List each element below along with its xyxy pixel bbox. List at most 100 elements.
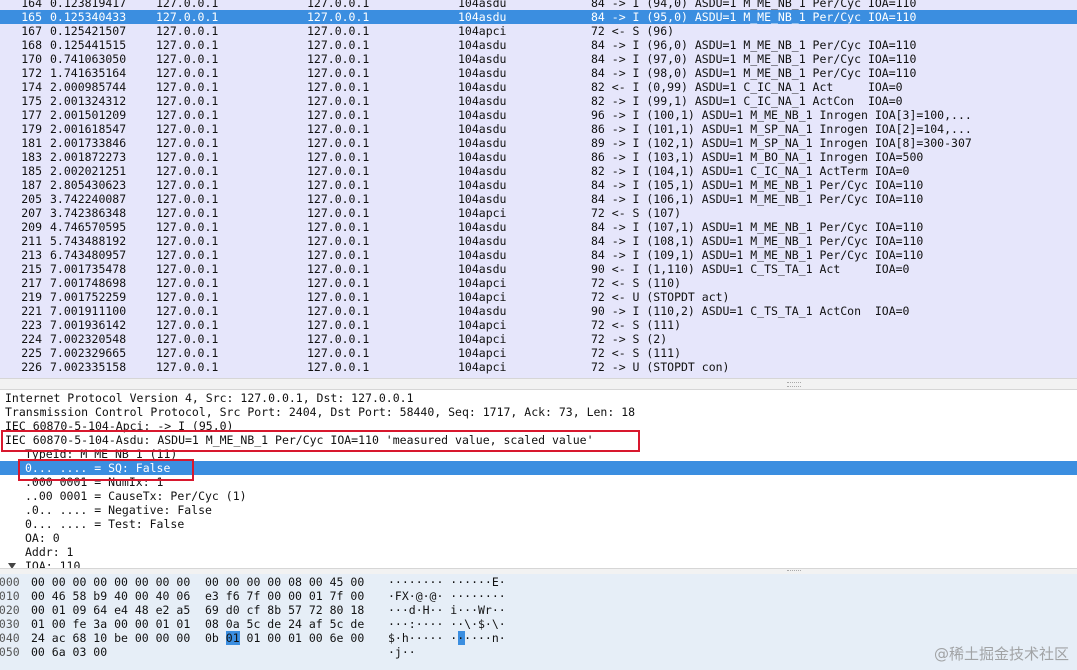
packet-time: 2.001501209 bbox=[50, 108, 127, 122]
hex-row[interactable]: 0050 00 6a 03 00 ·j·· bbox=[0, 645, 1077, 659]
packet-row[interactable]: 170 0.741063050 127.0.0.1 127.0.0.1 104asdu 8… bbox=[0, 52, 1077, 66]
packet-list[interactable]: 164 0.123819417 127.0.0.1 127.0.0.1 104asdu 8… bbox=[0, 0, 1077, 378]
packet-row[interactable]: 187 2.805430623 127.0.0.1 127.0.0.1 104asdu 8… bbox=[0, 178, 1077, 192]
packet-time: 7.002329665 bbox=[50, 346, 127, 360]
packet-destination: 127.0.0.1 bbox=[307, 248, 370, 262]
packet-row[interactable]: 183 2.001872273 127.0.0.1 127.0.0.1 104asdu 8… bbox=[0, 150, 1077, 164]
packet-time: 0.123819417 bbox=[50, 0, 127, 10]
packet-row[interactable]: 207 3.742386348 127.0.0.1 127.0.0.1 104apci 7… bbox=[0, 206, 1077, 220]
packet-time: 7.001911100 bbox=[50, 304, 127, 318]
packet-number: 223 bbox=[21, 318, 42, 332]
packet-destination: 127.0.0.1 bbox=[307, 332, 370, 346]
detail-tree-item[interactable]: ..00 0001 = CauseTx: Per/Cyc (1) bbox=[0, 489, 1077, 503]
packet-row[interactable]: 211 5.743488192 127.0.0.1 127.0.0.1 104asdu 8… bbox=[0, 234, 1077, 248]
detail-tree-item[interactable]: IEC 60870-5-104-Asdu: ASDU=1 M_ME_NB_1 P… bbox=[0, 433, 1077, 447]
packet-row[interactable]: 224 7.002320548 127.0.0.1 127.0.0.1 104apci 7… bbox=[0, 332, 1077, 346]
detail-tree-item[interactable]: 0... .... = Test: False bbox=[0, 517, 1077, 531]
packet-number: 217 bbox=[21, 276, 42, 290]
packet-row[interactable]: 168 0.125441515 127.0.0.1 127.0.0.1 104asdu 8… bbox=[0, 38, 1077, 52]
detail-tree-label: IEC 60870-5-104-Asdu: ASDU=1 M_ME_NB_1 P… bbox=[5, 433, 594, 447]
packet-time: 2.002021251 bbox=[50, 164, 127, 178]
packet-number: 226 bbox=[21, 360, 42, 374]
hex-offset: 0010 bbox=[0, 589, 20, 603]
packet-number: 175 bbox=[21, 94, 42, 108]
packet-row[interactable]: 185 2.002021251 127.0.0.1 127.0.0.1 104asdu 8… bbox=[0, 164, 1077, 178]
detail-tree-item[interactable]: Addr: 1 bbox=[0, 545, 1077, 559]
packet-destination: 127.0.0.1 bbox=[307, 52, 370, 66]
packet-time: 7.002320548 bbox=[50, 332, 127, 346]
packet-row[interactable]: 174 2.000985744 127.0.0.1 127.0.0.1 104asdu 8… bbox=[0, 80, 1077, 94]
packet-row[interactable]: 172 1.741635164 127.0.0.1 127.0.0.1 104asdu 8… bbox=[0, 66, 1077, 80]
hex-row[interactable]: 0000 00 00 00 00 00 00 00 00 00 00 00 00 0… bbox=[0, 575, 1077, 589]
hex-row[interactable]: 0030 01 00 fe 3a 00 00 01 01 08 0a 5c de 2… bbox=[0, 617, 1077, 631]
packet-row[interactable]: 217 7.001748698 127.0.0.1 127.0.0.1 104apci 7… bbox=[0, 276, 1077, 290]
packet-time: 2.000985744 bbox=[50, 80, 127, 94]
packet-details-pane[interactable]: Internet Protocol Version 4, Src: 127.0.… bbox=[0, 391, 1077, 570]
hex-bytes-left: 00 01 09 64 e4 48 e2 a5 bbox=[31, 603, 191, 617]
hex-row[interactable]: 0020 00 01 09 64 e4 48 e2 a5 69 d0 cf 8b 5… bbox=[0, 603, 1077, 617]
packet-number: 213 bbox=[21, 248, 42, 262]
packet-time: 2.001872273 bbox=[50, 150, 127, 164]
packet-row[interactable]: 205 3.742240087 127.0.0.1 127.0.0.1 104asdu 8… bbox=[0, 192, 1077, 206]
packet-info: 86 -> I (101,1) ASDU=1 M_SP_NA_1 Inrogen… bbox=[591, 122, 972, 136]
packet-info: 89 -> I (102,1) ASDU=1 M_SP_NA_1 Inrogen… bbox=[591, 136, 972, 150]
packet-source: 127.0.0.1 bbox=[156, 178, 219, 192]
packet-protocol: 104asdu bbox=[458, 38, 507, 52]
packet-row[interactable]: 226 7.002335158 127.0.0.1 127.0.0.1 104apci 7… bbox=[0, 360, 1077, 374]
packet-row[interactable]: 223 7.001936142 127.0.0.1 127.0.0.1 104apci 7… bbox=[0, 318, 1077, 332]
detail-tree-item[interactable]: Transmission Control Protocol, Src Port:… bbox=[0, 405, 1077, 419]
detail-tree-item[interactable]: OA: 0 bbox=[0, 531, 1077, 545]
packet-row[interactable]: 221 7.001911100 127.0.0.1 127.0.0.1 104asdu 9… bbox=[0, 304, 1077, 318]
pane-splitter-top[interactable] bbox=[0, 378, 1077, 390]
packet-row[interactable]: 175 2.001324312 127.0.0.1 127.0.0.1 104asdu 8… bbox=[0, 94, 1077, 108]
packet-number: 177 bbox=[21, 108, 42, 122]
detail-tree-item[interactable]: Internet Protocol Version 4, Src: 127.0.… bbox=[0, 391, 1077, 405]
detail-tree-label: Addr: 1 bbox=[25, 545, 74, 559]
packet-row[interactable]: 213 6.743480957 127.0.0.1 127.0.0.1 104asdu 8… bbox=[0, 248, 1077, 262]
packet-protocol: 104asdu bbox=[458, 52, 507, 66]
hex-row[interactable]: 0040 24 ac 68 10 be 00 00 00 0b 01 01 00 0… bbox=[0, 631, 1077, 645]
packet-row[interactable]: 219 7.001752259 127.0.0.1 127.0.0.1 104apci 7… bbox=[0, 290, 1077, 304]
hex-row[interactable]: 0010 00 46 58 b9 40 00 40 06 e3 f6 7f 00 0… bbox=[0, 589, 1077, 603]
packet-row[interactable]: 167 0.125421507 127.0.0.1 127.0.0.1 104apci 7… bbox=[0, 24, 1077, 38]
packet-source: 127.0.0.1 bbox=[156, 346, 219, 360]
detail-tree-item[interactable]: .000 0001 = NumIx: 1 bbox=[0, 475, 1077, 489]
packet-info: 84 -> I (105,1) ASDU=1 M_ME_NB_1 Per/Cyc… bbox=[591, 178, 924, 192]
packet-row[interactable]: 225 7.002329665 127.0.0.1 127.0.0.1 104apci 7… bbox=[0, 346, 1077, 360]
packet-info: 90 -> I (110,2) ASDU=1 C_TS_TA_1 ActCon … bbox=[591, 304, 910, 318]
packet-info: 84 -> I (106,1) ASDU=1 M_ME_NB_1 Per/Cyc… bbox=[591, 192, 924, 206]
packet-row[interactable]: 164 0.123819417 127.0.0.1 127.0.0.1 104asdu 8… bbox=[0, 0, 1077, 10]
packet-row[interactable]: 165 0.125340433 127.0.0.1 127.0.0.1 104asdu 8… bbox=[0, 10, 1077, 24]
packet-row[interactable]: 181 2.001733846 127.0.0.1 127.0.0.1 104asdu 8… bbox=[0, 136, 1077, 150]
packet-row[interactable]: 179 2.001618547 127.0.0.1 127.0.0.1 104asdu 8… bbox=[0, 122, 1077, 136]
hex-bytes-left: 00 6a 03 00 bbox=[31, 645, 108, 659]
packet-number: 185 bbox=[21, 164, 42, 178]
packet-bytes-pane[interactable]: 0000 00 00 00 00 00 00 00 00 00 00 00 00 0… bbox=[0, 574, 1077, 670]
hex-ascii: ···d·H·· i···Wr·· bbox=[388, 603, 506, 617]
packet-time: 0.125340433 bbox=[50, 10, 127, 24]
packet-row[interactable]: 209 4.746570595 127.0.0.1 127.0.0.1 104asdu 8… bbox=[0, 220, 1077, 234]
packet-info: 84 -> I (97,0) ASDU=1 M_ME_NB_1 Per/Cyc … bbox=[591, 52, 917, 66]
packet-number: 167 bbox=[21, 24, 42, 38]
detail-tree-item[interactable]: .0.. .... = Negative: False bbox=[0, 503, 1077, 517]
hex-bytes-left: 01 00 fe 3a 00 00 01 01 bbox=[31, 617, 191, 631]
packet-info: 72 -> S (2) bbox=[591, 332, 668, 346]
detail-tree-item[interactable]: 0... .... = SQ: False bbox=[0, 461, 1077, 475]
packet-destination: 127.0.0.1 bbox=[307, 346, 370, 360]
hex-ascii: ·j·· bbox=[388, 645, 416, 659]
packet-time: 7.001735478 bbox=[50, 262, 127, 276]
packet-source: 127.0.0.1 bbox=[156, 304, 219, 318]
detail-tree-item[interactable]: IEC 60870-5-104-Apci: -> I (95,0) bbox=[0, 419, 1077, 433]
packet-row[interactable]: 177 2.001501209 127.0.0.1 127.0.0.1 104asdu 9… bbox=[0, 108, 1077, 122]
packet-info: 72 -> U (STOPDT con) bbox=[591, 360, 730, 374]
packet-info: 72 <- U (STOPDT act) bbox=[591, 290, 730, 304]
packet-time: 1.741635164 bbox=[50, 66, 127, 80]
packet-protocol: 104asdu bbox=[458, 150, 507, 164]
packet-destination: 127.0.0.1 bbox=[307, 164, 370, 178]
hex-offset: 0040 bbox=[0, 631, 20, 645]
detail-tree-label: OA: 0 bbox=[25, 531, 60, 545]
packet-source: 127.0.0.1 bbox=[156, 122, 219, 136]
packet-row[interactable]: 215 7.001735478 127.0.0.1 127.0.0.1 104asdu 9… bbox=[0, 262, 1077, 276]
detail-tree-item[interactable]: TypeId: M_ME_NB_1 (11) bbox=[0, 447, 1077, 461]
packet-source: 127.0.0.1 bbox=[156, 248, 219, 262]
